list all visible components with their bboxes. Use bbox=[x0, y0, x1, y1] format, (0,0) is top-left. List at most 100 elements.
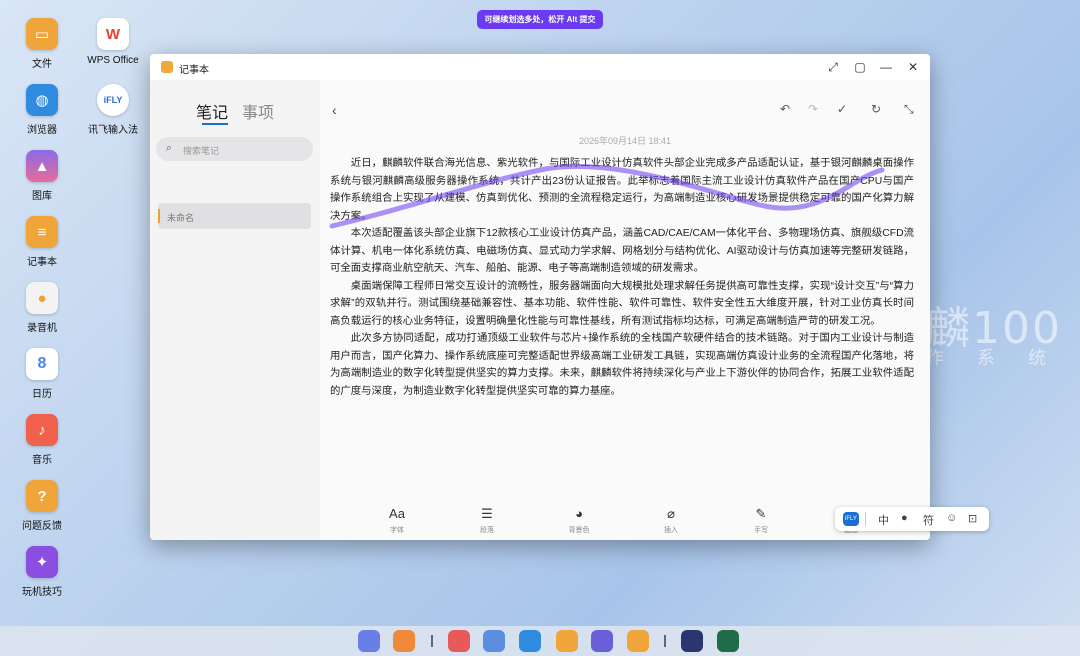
calendar-icon: 8 bbox=[26, 348, 58, 380]
microphone-icon[interactable]: ● bbox=[901, 512, 908, 524]
paperclip-icon: ⌀ bbox=[667, 506, 675, 521]
note-date: 2026年09月14日 18:41 bbox=[578, 136, 672, 146]
paragraph: 此次多方协同适配，成功打通顶级工业软件与芯片+操作系统的全栈国产软硬件结合的技术… bbox=[330, 333, 914, 397]
symbol-button[interactable]: 符 bbox=[923, 512, 934, 528]
refresh-icon[interactable]: ↻ bbox=[871, 102, 881, 116]
editor: ‹ ↶ ↷ ✓ ↻ ⤡ 2026年09月14日 18:41 近日，麒麟软件联合海… bbox=[320, 80, 930, 540]
background-color-button[interactable]: ◕ 背景色 bbox=[554, 505, 604, 535]
desktop-icon-label: 图库 bbox=[32, 191, 52, 202]
gallery-icon[interactable] bbox=[591, 630, 613, 652]
notepad-icon: ≡ bbox=[26, 216, 58, 248]
desktop-icon-label: 录音机 bbox=[27, 323, 57, 334]
taskbar-divider bbox=[664, 635, 666, 647]
tool-label: 段落 bbox=[480, 527, 494, 534]
desktop-icon-wps[interactable]: W WPS Office bbox=[78, 18, 148, 66]
desktop-icon-label: 音乐 bbox=[32, 455, 52, 466]
wps-icon: W bbox=[97, 18, 129, 50]
handwrite-icon: ✎ bbox=[755, 506, 767, 521]
titlebar: 记事本 ⤢ ▢ — ✕ bbox=[150, 54, 930, 80]
tool-label: 字体 bbox=[390, 527, 404, 534]
desktop-icon-label: 浏览器 bbox=[27, 125, 57, 136]
desktop-icon-label: 讯飞输入法 bbox=[88, 125, 138, 136]
desktop-icon-label: 玩机技巧 bbox=[22, 587, 62, 598]
tool-label: 插入 bbox=[664, 527, 678, 534]
desktop-icon-music[interactable]: ♪ 音乐 bbox=[7, 414, 77, 466]
note-title: 未命名 bbox=[167, 213, 195, 223]
note-content[interactable]: 近日，麒麟软件联合海光信息、紫光软件，与国际工业设计仿真软件头部企业完成多产品适… bbox=[330, 155, 914, 400]
gallery-icon: ▲ bbox=[26, 150, 58, 182]
back-icon[interactable]: ‹ bbox=[332, 102, 337, 118]
ifly-logo-icon[interactable]: iFLY bbox=[843, 512, 859, 526]
ifly-icon: iFLY bbox=[97, 84, 129, 116]
feedback-icon: ? bbox=[26, 480, 58, 512]
divider bbox=[865, 512, 866, 526]
redo-icon[interactable]: ↷ bbox=[808, 102, 818, 116]
font-icon: Aa bbox=[389, 506, 405, 521]
insert-button[interactable]: ⌀ 插入 bbox=[646, 505, 696, 535]
font-button[interactable]: Aa 字体 bbox=[372, 505, 422, 535]
font-manager-icon[interactable] bbox=[681, 630, 703, 652]
microphone-icon: ● bbox=[26, 282, 58, 314]
search-input[interactable]: ⌕ 搜索笔记 bbox=[156, 137, 313, 161]
ime-toolbar: iFLY 中 ● 符 ☺ ⊡ bbox=[835, 507, 989, 531]
maximize-icon[interactable]: ▢ bbox=[851, 58, 869, 76]
search-icon: ⌕ bbox=[166, 142, 173, 154]
emoji-icon[interactable]: ☺ bbox=[946, 512, 957, 524]
paragraph: 桌面端保障工程师日常交互设计的流畅性，服务器端面向大规模批处理求解任务提供高可靠… bbox=[330, 280, 914, 327]
handwrite-button[interactable]: ✎ 手写 bbox=[736, 505, 786, 535]
fullscreen-icon[interactable]: ⤢ bbox=[824, 58, 842, 76]
notepad-app-icon bbox=[161, 61, 173, 73]
desktop-icon-gallery[interactable]: ▲ 图库 bbox=[7, 150, 77, 202]
notepad-window: 记事本 ⤢ ▢ — ✕ 笔记 事项 ⌕ 搜索笔记 未命名 ‹ ↶ ↷ ✓ ↻ ⤡… bbox=[150, 54, 930, 540]
notepad-icon[interactable] bbox=[627, 630, 649, 652]
list-item[interactable]: 未命名 bbox=[158, 203, 311, 229]
paragraph-icon: ☰ bbox=[481, 506, 493, 521]
selection-toast: 可继续划选多处，松开 Alt 提交 bbox=[477, 10, 603, 29]
shrink-icon[interactable]: ⤡ bbox=[904, 102, 914, 117]
folder-icon[interactable] bbox=[556, 630, 578, 652]
multitask-icon[interactable] bbox=[393, 630, 415, 652]
desktop-icon-label: 文件 bbox=[32, 59, 52, 70]
desktop-icon-tips[interactable]: ✦ 玩机技巧 bbox=[7, 546, 77, 598]
calendar-day: 8 bbox=[37, 355, 47, 372]
taskbar bbox=[0, 626, 1080, 656]
paragraph-button[interactable]: ☰ 段落 bbox=[462, 505, 512, 535]
tab-indicator bbox=[202, 123, 228, 125]
sidebar: 笔记 事项 ⌕ 搜索笔记 未命名 bbox=[150, 80, 320, 540]
launcher-icon[interactable] bbox=[358, 630, 380, 652]
desktop-icon-browser[interactable]: ◍ 浏览器 bbox=[7, 84, 77, 136]
editor-app-icon[interactable] bbox=[717, 630, 739, 652]
desktop-icon-label: 日历 bbox=[32, 389, 52, 400]
settings-icon[interactable] bbox=[483, 630, 505, 652]
desktop-icon-label: 问题反馈 bbox=[22, 521, 62, 532]
tips-icon: ✦ bbox=[26, 546, 58, 578]
desktop-icon-files[interactable]: ▭ 文件 bbox=[7, 18, 77, 70]
desktop-icon-label: 记事本 bbox=[27, 257, 57, 268]
note-color-marker bbox=[158, 209, 160, 223]
browser-icon[interactable] bbox=[519, 630, 541, 652]
desktop-icon-ifly[interactable]: iFLY 讯飞输入法 bbox=[78, 84, 148, 136]
tool-label: 背景色 bbox=[568, 527, 590, 534]
app-store-icon[interactable] bbox=[448, 630, 470, 652]
minimize-icon[interactable]: — bbox=[877, 58, 895, 76]
desktop-icon-notepad[interactable]: ≡ 记事本 bbox=[7, 216, 77, 268]
desktop-icon-calendar[interactable]: 8 日历 bbox=[7, 348, 77, 400]
tab-todos[interactable]: 事项 bbox=[242, 99, 274, 123]
search-placeholder: 搜索笔记 bbox=[183, 146, 220, 156]
taskbar-divider bbox=[431, 635, 433, 647]
desktop-icon-label: WPS Office bbox=[87, 55, 139, 66]
tool-label: 手写 bbox=[754, 527, 768, 534]
browser-icon: ◍ bbox=[26, 84, 58, 116]
palette-icon: ◕ bbox=[575, 506, 583, 521]
desktop-icon-feedback[interactable]: ? 问题反馈 bbox=[7, 480, 77, 532]
music-icon: ♪ bbox=[26, 414, 58, 446]
language-toggle[interactable]: 中 bbox=[878, 512, 889, 528]
close-icon[interactable]: ✕ bbox=[904, 58, 922, 76]
paragraph: 近日，麒麟软件联合海光信息、紫光软件，与国际工业设计仿真软件头部企业完成多产品适… bbox=[330, 158, 914, 222]
undo-icon[interactable]: ↶ bbox=[780, 102, 790, 116]
tab-notes[interactable]: 笔记 bbox=[196, 99, 228, 123]
window-title: 记事本 bbox=[179, 65, 209, 76]
toolbox-icon[interactable]: ⊡ bbox=[968, 512, 977, 525]
desktop-icon-recorder[interactable]: ● 录音机 bbox=[7, 282, 77, 334]
checkmark-icon[interactable]: ✓ bbox=[837, 102, 847, 116]
